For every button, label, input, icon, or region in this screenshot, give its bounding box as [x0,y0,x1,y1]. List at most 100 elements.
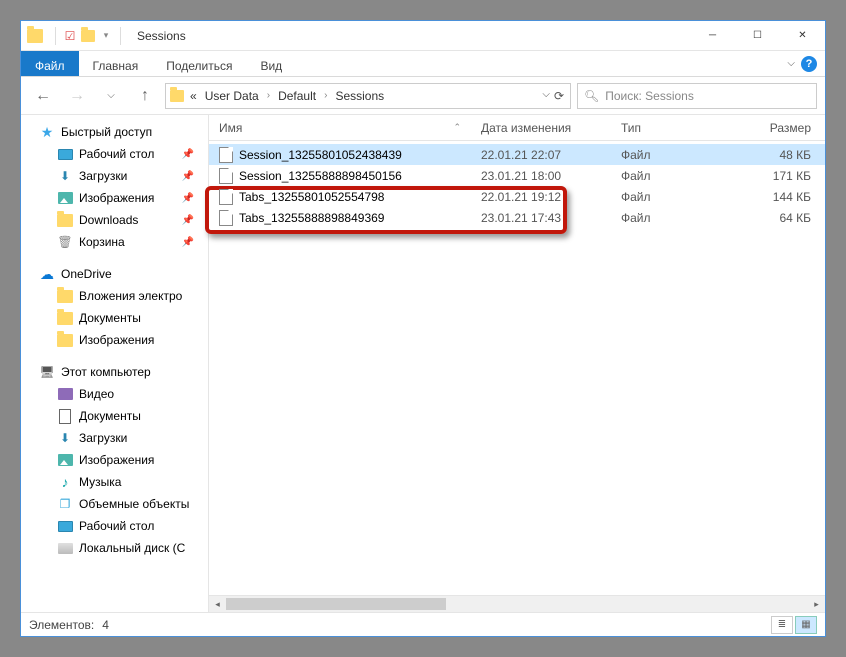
nav-item[interactable]: ⬇Загрузки [21,427,208,449]
view-details-button[interactable]: ≣ [771,616,793,634]
nav-item-label: Изображения [79,191,154,205]
nav-item[interactable]: Изображения📌 [21,187,208,209]
onedrive-icon: ☁ [39,266,55,282]
ribbon-tab-home[interactable]: Главная [79,51,153,76]
nav-label: OneDrive [61,267,112,281]
nav-quick-access[interactable]: ★ Быстрый доступ [21,121,208,143]
file-row[interactable]: Tabs_1325588889884936923.01.21 17:43Файл… [209,207,825,228]
file-size: 48 КБ [731,148,811,162]
3d-icon: ❐ [57,496,73,512]
nav-item[interactable]: Downloads 📌 [21,209,208,231]
nav-item[interactable]: Изображения [21,449,208,471]
col-date[interactable]: Дата изменения [481,121,621,135]
addr-history-icon[interactable]: ⌵ [542,89,550,103]
app-icon[interactable] [27,29,43,43]
file-row[interactable]: Tabs_1325580105255479822.01.21 19:12Файл… [209,186,825,207]
crumb-0[interactable]: User Data [203,89,261,103]
desktop-icon [57,518,73,534]
col-size[interactable]: Размер [731,121,811,135]
window-controls: ─ ☐ ✕ [690,21,825,50]
nav-item-label: Документы [79,311,141,325]
file-size: 64 КБ [731,211,811,225]
file-date: 23.01.21 18:00 [481,169,621,183]
nav-item[interactable]: Документы [21,405,208,427]
nav-this-pc[interactable]: 🖥 Этот компьютер [21,361,208,383]
nav-item[interactable]: Документы [21,307,208,329]
chevron-right-icon: › [265,90,272,101]
titlebar-left: ☑ ▾ Sessions [21,27,186,45]
pc-icon: 🖥 [39,364,55,380]
nav-item[interactable]: Локальный диск (C [21,537,208,559]
nav-item[interactable]: Рабочий стол📌 [21,143,208,165]
up-button[interactable]: ↑ [131,82,159,110]
scroll-track[interactable] [226,596,808,612]
nav-item[interactable]: Изображения [21,329,208,351]
nav-onedrive[interactable]: ☁ OneDrive [21,263,208,285]
file-name: Session_13255801052438439 [239,148,402,162]
maximize-button[interactable]: ☐ [735,21,780,50]
nav-item[interactable]: ⬇Загрузки📌 [21,165,208,187]
col-type[interactable]: Тип [621,121,731,135]
file-row[interactable]: Session_1325580105243843922.01.21 22:07Ф… [209,144,825,165]
file-icon [219,210,233,226]
scroll-left-icon[interactable]: ◂ [209,596,226,612]
crumb-prefix: « [188,89,199,103]
qat-newfolder-icon[interactable] [80,28,96,44]
nav-item[interactable]: ❐Объемные объекты [21,493,208,515]
help-icon[interactable]: ? [801,56,817,72]
crumb-2[interactable]: Sessions [333,89,386,103]
view-icons-button[interactable]: ▦ [795,616,817,634]
pin-icon: 📌 [182,171,202,182]
status-count: 4 [102,618,109,632]
desktop-icon [57,146,73,162]
nav-item-label: Изображения [79,333,154,347]
file-size: 144 КБ [731,190,811,204]
video-icon [57,386,73,402]
folder-icon [57,310,73,326]
ribbon-tab-file[interactable]: Файл [21,51,79,76]
bin-icon: 🗑 [57,234,73,250]
ribbon-tab-view[interactable]: Вид [246,51,296,76]
back-button[interactable]: ← [29,82,57,110]
qat-dropdown-icon[interactable]: ▾ [98,28,114,44]
ribbon-tab-share[interactable]: Поделиться [152,51,246,76]
pics-icon [57,190,73,206]
address-row: ← → ⌵ ↑ « User Data › Default › Sessions… [21,77,825,115]
nav-item-label: Музыка [79,475,121,489]
file-type: Файл [621,190,731,204]
col-name[interactable]: Имя ⌃ [219,121,481,135]
scroll-right-icon[interactable]: ▸ [808,596,825,612]
nav-item[interactable]: 🗑Корзина📌 [21,231,208,253]
file-date: 22.01.21 19:12 [481,190,621,204]
quick-access-toolbar: ☑ ▾ [51,27,125,45]
ribbon: Файл Главная Поделиться Вид ⌵ ? [21,51,825,77]
nav-item-label: Downloads [79,213,138,227]
file-row[interactable]: Session_1325588889845015623.01.21 18:00Ф… [209,165,825,186]
ribbon-expand-icon[interactable]: ⌵ [787,58,795,69]
star-icon: ★ [39,124,55,140]
qat-properties-icon[interactable]: ☑ [62,28,78,44]
nav-item[interactable]: Рабочий стол [21,515,208,537]
h-scrollbar[interactable]: ◂ ▸ [209,595,825,612]
sort-indicator-icon: ⌃ [453,122,461,133]
file-list[interactable]: Session_1325580105243843922.01.21 22:07Ф… [209,141,825,228]
recent-dropdown[interactable]: ⌵ [97,82,125,110]
crumb-1[interactable]: Default [276,89,318,103]
nav-pane[interactable]: ★ Быстрый доступ Рабочий стол📌⬇Загрузки📌… [21,115,209,612]
pin-icon: 📌 [182,215,202,226]
search-box[interactable]: 🔍︎ Поиск: Sessions [577,83,817,109]
nav-item[interactable]: ♪Музыка [21,471,208,493]
address-bar[interactable]: « User Data › Default › Sessions ⌵ ⟳ [165,83,571,109]
file-icon [219,168,233,184]
nav-item-label: Вложения электро [79,289,182,303]
close-button[interactable]: ✕ [780,21,825,50]
forward-button[interactable]: → [63,82,91,110]
nav-item[interactable]: Вложения электро [21,285,208,307]
refresh-icon[interactable]: ⟳ [554,89,564,103]
down-icon: ⬇ [57,168,73,184]
nav-item[interactable]: Видео [21,383,208,405]
pics-icon [57,452,73,468]
minimize-button[interactable]: ─ [690,21,735,50]
search-placeholder: Поиск: Sessions [605,89,694,103]
scroll-thumb[interactable] [226,598,446,610]
